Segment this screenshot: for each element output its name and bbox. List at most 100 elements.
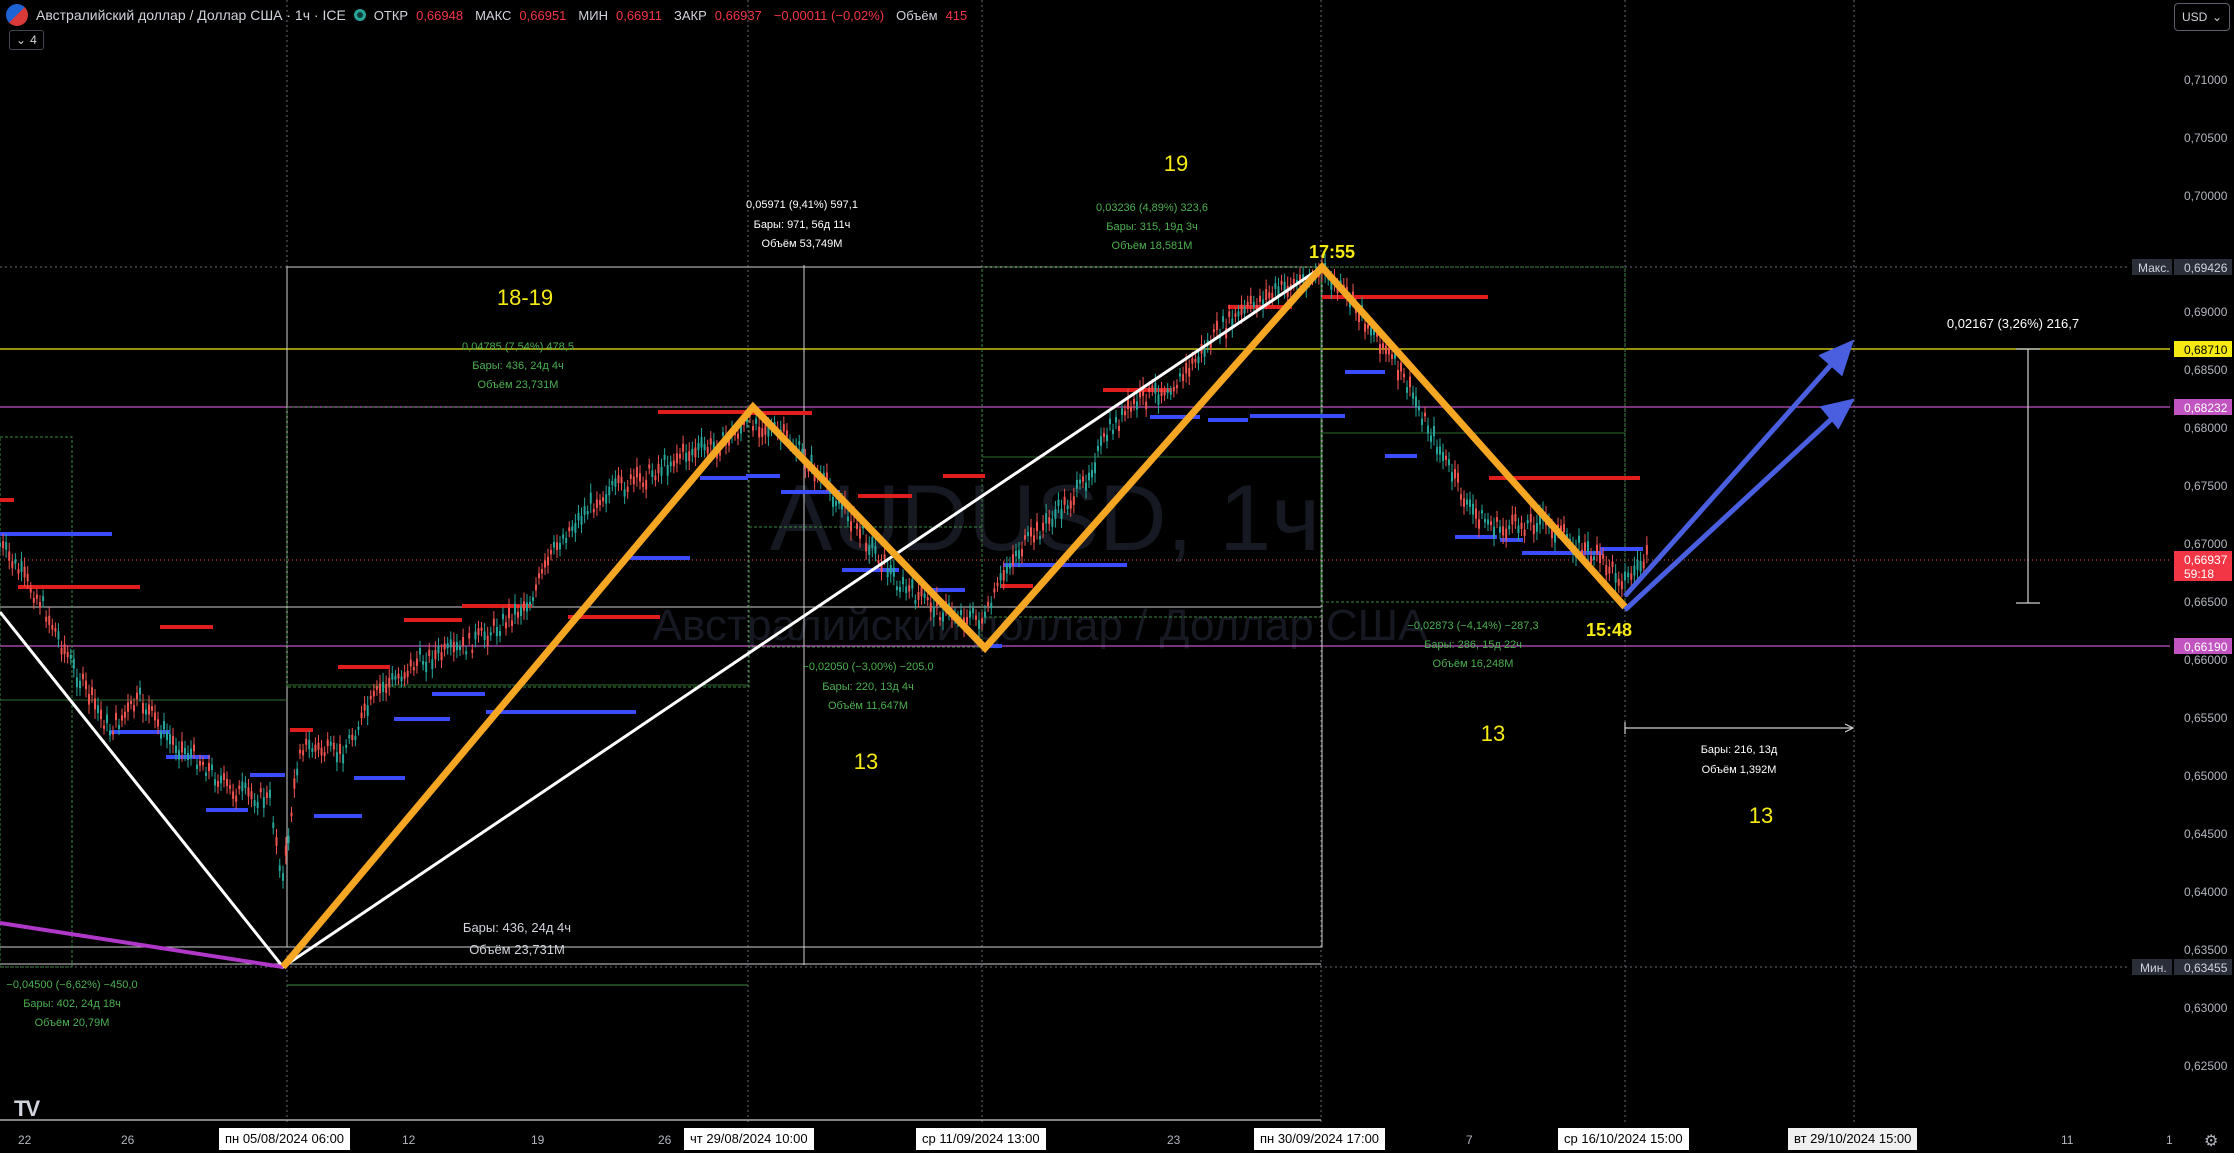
candle-body — [1514, 514, 1517, 522]
candle-body — [1451, 472, 1453, 482]
candle-body — [17, 569, 20, 574]
candle-body — [1406, 387, 1408, 393]
candle-body — [23, 566, 26, 578]
candle-body — [229, 785, 231, 789]
candle-body — [688, 451, 691, 462]
purple2-price: 0,66190 — [2184, 640, 2228, 654]
candle-body — [1175, 384, 1178, 389]
candle-body — [202, 761, 204, 766]
candle-body — [1033, 535, 1035, 543]
candle-body — [859, 528, 861, 539]
candle-body — [1424, 412, 1426, 417]
time-tick-22: 22 — [18, 1133, 32, 1147]
candle-body — [865, 542, 868, 552]
candle-body — [142, 703, 144, 714]
m8-line2: Объём 1,392M — [1702, 764, 1777, 776]
candle-body — [208, 762, 210, 772]
candle-body — [1599, 552, 1601, 563]
market-status-icon[interactable] — [353, 9, 366, 21]
candle-body — [226, 778, 228, 787]
candle-body — [1036, 521, 1038, 532]
indicators-toggle[interactable]: ⌄ 4 — [9, 30, 44, 50]
price-tick: 0,70500 — [2184, 131, 2228, 145]
candle-body — [1535, 523, 1538, 532]
candle-body — [495, 626, 498, 637]
candle-body — [1457, 473, 1459, 483]
candle-body — [602, 497, 605, 502]
candle-body — [639, 473, 641, 482]
price-tick: 0,69000 — [2184, 305, 2228, 319]
candle-body — [282, 873, 284, 881]
price-tick: 0,65000 — [2184, 769, 2228, 783]
indicators-count: 4 — [30, 33, 37, 47]
candle-body — [5, 542, 8, 550]
candle-body — [184, 747, 186, 755]
candle-body — [663, 454, 666, 460]
candle-body — [1112, 429, 1114, 434]
candle-body — [238, 785, 241, 789]
candle-body — [595, 499, 598, 508]
candle-body — [520, 606, 522, 616]
candle-body — [1243, 306, 1246, 314]
candle-body — [412, 667, 415, 671]
candle-body — [1484, 518, 1486, 523]
candle-body — [568, 527, 571, 532]
candle-body — [60, 648, 63, 655]
candle-body — [1636, 559, 1639, 570]
price-tick: 0,68000 — [2184, 421, 2228, 435]
candle-body — [82, 673, 84, 680]
candle-body — [798, 440, 801, 446]
candle-body — [565, 537, 568, 543]
candle-body — [181, 741, 183, 753]
chevron-down-icon: ⌄ — [2211, 10, 2222, 24]
candle-body — [308, 739, 311, 750]
candle-body — [620, 476, 623, 484]
candle-body — [112, 731, 114, 735]
candle-body — [29, 588, 32, 593]
candle-body — [42, 596, 45, 602]
candle-body — [394, 675, 397, 680]
candle-body — [1529, 513, 1532, 523]
candle-body — [302, 750, 305, 756]
wave-label-13c: 13 — [1749, 803, 1773, 828]
candle-body — [32, 597, 35, 603]
candle-body — [94, 698, 96, 710]
settings-gear-icon[interactable]: ⚙ — [2204, 1131, 2218, 1151]
candle-body — [241, 781, 244, 792]
forecast-arrow-2 — [1623, 411, 1840, 612]
candle-body — [357, 726, 360, 730]
candle-body — [697, 443, 700, 451]
candle-body — [1490, 521, 1492, 525]
candle-body — [1639, 560, 1642, 572]
candle-body — [737, 433, 739, 439]
candle-body — [1118, 425, 1120, 432]
m9-line1: 0,02167 (3,26%) 216,7 — [1947, 316, 2079, 331]
candle-body — [1005, 564, 1008, 574]
candle-body — [154, 712, 156, 721]
candle-body — [284, 845, 287, 856]
m2-line2: Бары: 436, 24д 4ч — [472, 360, 564, 372]
tradingview-logo-icon[interactable]: TV — [14, 1096, 40, 1122]
candle-body — [871, 536, 874, 548]
candle-body — [1283, 281, 1286, 291]
candle-body — [583, 506, 586, 515]
candle-body — [847, 516, 849, 522]
price-chart[interactable]: AUDUSD, 1ч Австралийский доллар / Доллар… — [0, 0, 2234, 1153]
candle-body — [892, 567, 895, 577]
candle-body — [63, 644, 66, 655]
ohlc-open-label: ОТКР — [373, 7, 409, 23]
candle-body — [577, 512, 580, 521]
candle-body — [801, 449, 804, 453]
candle-body — [145, 709, 147, 715]
symbol-title[interactable]: Австралийский доллар / Доллар США · 1ч ·… — [36, 7, 346, 23]
candle-body — [425, 661, 428, 673]
price-tick: 0,67500 — [2184, 479, 2228, 493]
time-tag-1610: ср 16/10/2024 15:00 — [1558, 1128, 1689, 1150]
candle-body — [1160, 389, 1163, 397]
candle-body — [172, 736, 174, 745]
m6-line2: Бары: 402, 24д 18ч — [23, 998, 121, 1010]
candle-body — [1228, 311, 1231, 317]
candle-body — [990, 602, 993, 609]
currency-select[interactable]: USD ⌄ — [2174, 3, 2230, 31]
time-tick-11: 11 — [2061, 1133, 2074, 1147]
